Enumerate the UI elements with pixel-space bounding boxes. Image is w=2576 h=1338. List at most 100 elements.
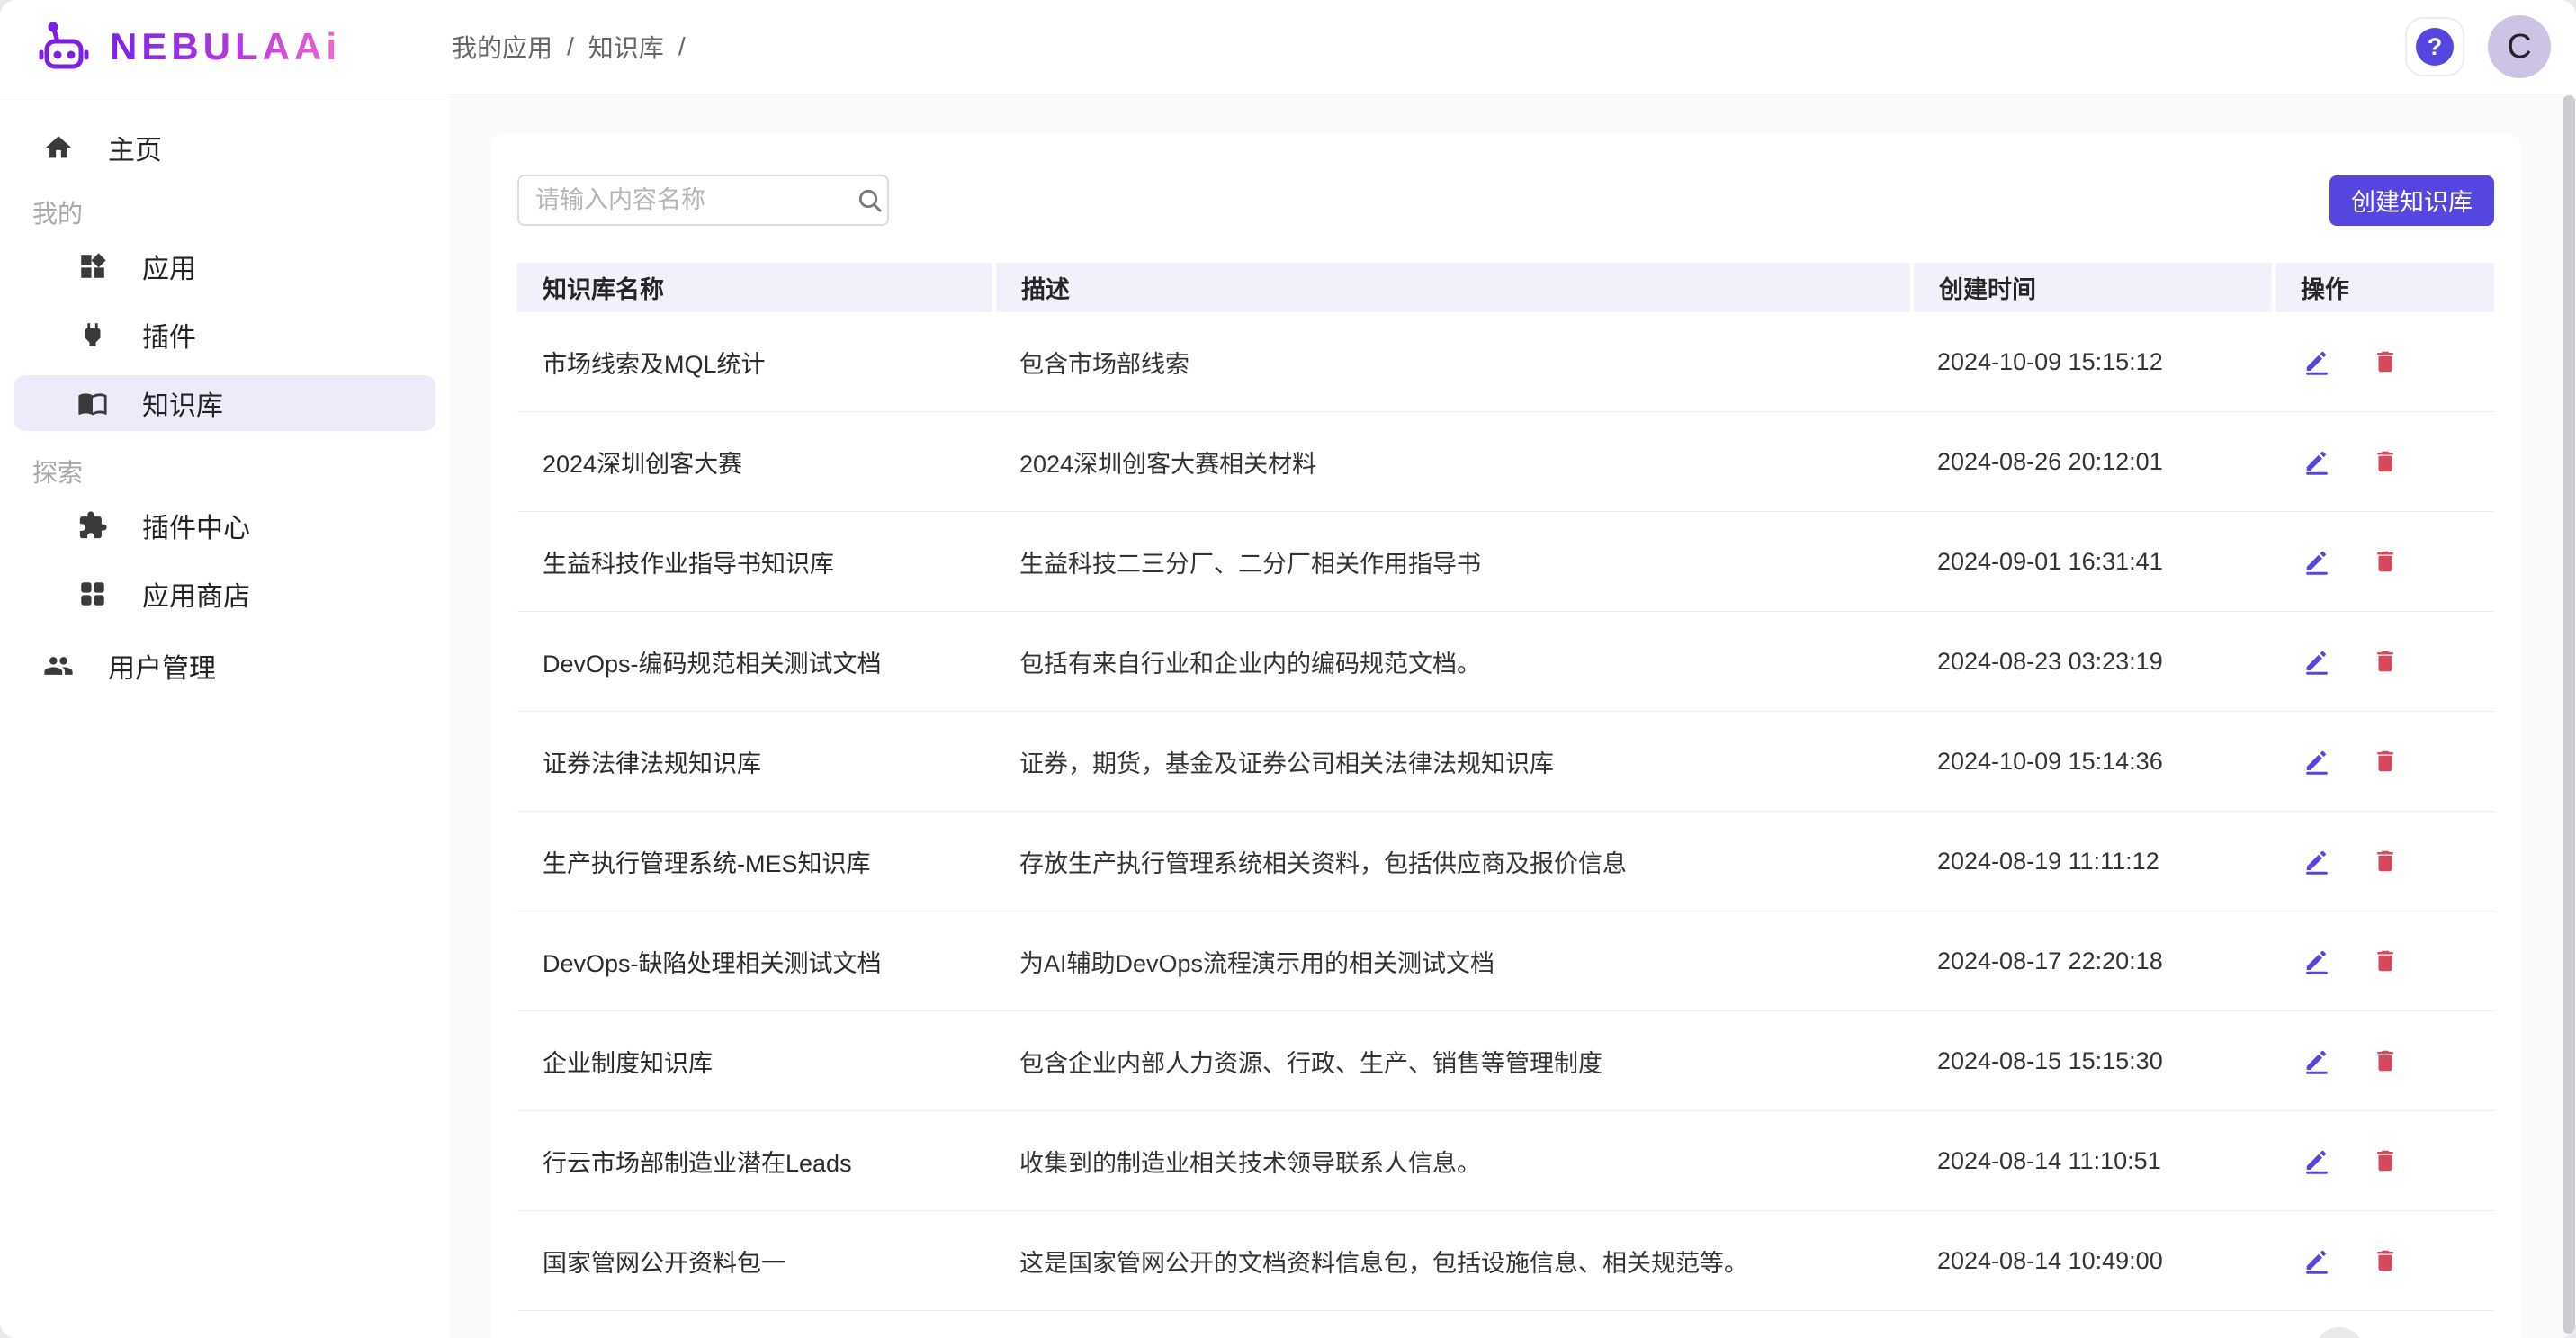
table-row: 证券法律法规知识库 证券，期货，基金及证券公司相关法律法规知识库 2024-10…	[517, 712, 2494, 812]
logo-text: NEBULAAi	[110, 25, 341, 68]
breadcrumb: 我的应用 / 知识库 /	[452, 29, 686, 65]
edit-button[interactable]	[2302, 1246, 2331, 1275]
logo[interactable]: NEBULAAi	[34, 18, 416, 76]
kb-created-time: 2024-08-26 20:12:01	[1912, 448, 2272, 476]
kb-description: 2024深圳创客大赛相关材料	[994, 445, 1912, 480]
kb-description: 证券，期货，基金及证券公司相关法律法规知识库	[994, 744, 1912, 779]
kb-description: 存放生产执行管理系统相关资料，包括供应商及报价信息	[994, 844, 1912, 879]
breadcrumb-knowledge-base[interactable]: 知识库	[588, 29, 664, 65]
table-row: DevOps-缺陷处理相关测试文档 为AI辅助DevOps流程演示用的相关测试文…	[517, 911, 2494, 1011]
trash-icon	[2372, 1147, 2399, 1174]
delete-button[interactable]	[2371, 347, 2400, 376]
delete-button[interactable]	[2371, 1146, 2400, 1175]
sidebar: 主页 我的 应用 插件 知识库 探索 插件中心 应用商店 用户管理	[0, 94, 450, 1338]
edit-button[interactable]	[2302, 747, 2331, 776]
sidebar-item-label: 主页	[108, 128, 162, 167]
edit-button[interactable]	[2302, 547, 2331, 576]
edit-button[interactable]	[2302, 447, 2331, 476]
kb-description: 包含市场部线索	[994, 345, 1912, 380]
kb-name[interactable]: 生产执行管理系统-MES知识库	[517, 844, 994, 879]
edit-button[interactable]	[2302, 347, 2331, 376]
avatar[interactable]: C	[2488, 15, 2551, 78]
sidebar-group-my: 我的	[0, 199, 450, 229]
header-actions: ? C	[2405, 15, 2551, 78]
table-header: 知识库名称 描述 创建时间 操作	[517, 263, 2494, 312]
delete-button[interactable]	[2371, 447, 2400, 476]
edit-button[interactable]	[2302, 1046, 2331, 1075]
sidebar-item-label: 用户管理	[108, 646, 216, 686]
edit-pencil-icon	[2303, 1047, 2330, 1074]
edit-button[interactable]	[2302, 647, 2331, 676]
kb-created-time: 2024-08-15 15:15:30	[1912, 1047, 2272, 1075]
widgets-icon	[77, 251, 108, 282]
breadcrumb-my-apps[interactable]: 我的应用	[452, 29, 552, 65]
kb-name[interactable]: 市场线索及MQL统计	[517, 345, 994, 380]
sidebar-item-plugin-center[interactable]: 插件中心	[14, 498, 435, 553]
trash-icon	[2372, 1047, 2399, 1074]
edit-button[interactable]	[2302, 847, 2331, 876]
kb-created-time: 2024-08-23 03:23:19	[1912, 648, 2272, 676]
kb-name[interactable]: 行云市场部制造业潜在Leads	[517, 1144, 994, 1179]
kb-description: 生益科技二三分厂、二分厂相关作用指导书	[994, 544, 1912, 579]
home-icon	[43, 132, 74, 163]
delete-button[interactable]	[2371, 1046, 2400, 1075]
table-row: 行云市场部制造业潜在Leads 收集到的制造业相关技术领导联系人信息。 2024…	[517, 1111, 2494, 1211]
delete-button[interactable]	[2371, 647, 2400, 676]
plug-icon	[77, 319, 108, 350]
row-actions	[2272, 347, 2494, 376]
kb-description: 包括有来自行业和企业内的编码规范文档。	[994, 644, 1912, 679]
delete-button[interactable]	[2371, 747, 2400, 776]
table-row: 生益科技作业指导书知识库 生益科技二三分厂、二分厂相关作用指导书 2024-09…	[517, 512, 2494, 612]
kb-name[interactable]: 国家管网公开资料包一	[517, 1244, 994, 1279]
sidebar-item-label: 插件中心	[142, 506, 250, 545]
kb-description: 包含企业内部人力资源、行政、生产、销售等管理制度	[994, 1044, 1912, 1079]
sidebar-item-label: 插件	[142, 315, 196, 355]
trash-icon	[2372, 1247, 2399, 1274]
delete-button[interactable]	[2371, 847, 2400, 876]
edit-pencil-icon	[2303, 348, 2330, 375]
help-button[interactable]: ?	[2405, 17, 2464, 76]
knowledge-base-table: 知识库名称 描述 创建时间 操作 市场线索及MQL统计 包含市场部线索 2024…	[517, 263, 2494, 1311]
scrollbar-thumb[interactable]	[2563, 95, 2575, 1334]
row-actions	[2272, 547, 2494, 576]
puzzle-icon	[77, 510, 108, 541]
app-window: NEBULAAi 我的应用 / 知识库 / ? C 主页 我的 应用 插件	[0, 0, 2576, 1338]
breadcrumb-separator: /	[678, 32, 686, 61]
edit-button[interactable]	[2302, 947, 2331, 975]
apps-icon	[77, 579, 108, 609]
sidebar-item-label: 应用	[142, 247, 196, 286]
delete-button[interactable]	[2371, 547, 2400, 576]
kb-name[interactable]: 生益科技作业指导书知识库	[517, 544, 994, 579]
kb-name[interactable]: 企业制度知识库	[517, 1044, 994, 1079]
table-row: 市场线索及MQL统计 包含市场部线索 2024-10-09 15:15:12	[517, 312, 2494, 412]
trash-icon	[2372, 748, 2399, 775]
create-knowledge-base-button[interactable]: 创建知识库	[2329, 175, 2494, 226]
sidebar-item-knowledge-base[interactable]: 知识库	[14, 375, 435, 431]
edit-pencil-icon	[2303, 848, 2330, 875]
breadcrumb-separator: /	[567, 32, 574, 61]
sidebar-item-home[interactable]: 主页	[14, 120, 435, 175]
kb-created-time: 2024-08-14 11:10:51	[1912, 1147, 2272, 1175]
kb-name[interactable]: 证券法律法规知识库	[517, 744, 994, 779]
sidebar-item-label: 知识库	[142, 383, 223, 423]
sidebar-item-plugins[interactable]: 插件	[14, 307, 435, 363]
edit-pencil-icon	[2303, 1147, 2330, 1174]
sidebar-item-app-store[interactable]: 应用商店	[14, 566, 435, 622]
search-icon[interactable]	[856, 186, 884, 215]
column-header-actions: 操作	[2275, 263, 2494, 312]
delete-button[interactable]	[2371, 1246, 2400, 1275]
delete-button[interactable]	[2371, 947, 2400, 975]
search-input[interactable]	[534, 185, 856, 215]
kb-name[interactable]: DevOps-编码规范相关测试文档	[517, 644, 994, 679]
kb-created-time: 2024-08-14 10:49:00	[1912, 1247, 2272, 1275]
kb-name[interactable]: DevOps-缺陷处理相关测试文档	[517, 944, 994, 979]
kb-name[interactable]: 2024深圳创客大赛	[517, 445, 994, 480]
sidebar-item-apps[interactable]: 应用	[14, 238, 435, 294]
sidebar-item-user-management[interactable]: 用户管理	[14, 638, 435, 694]
kb-created-time: 2024-10-09 15:14:36	[1912, 748, 2272, 776]
edit-button[interactable]	[2302, 1146, 2331, 1175]
kb-description: 这是国家管网公开的文档资料信息包，包括设施信息、相关规范等。	[994, 1244, 1912, 1279]
row-actions	[2272, 447, 2494, 476]
sidebar-item-label: 应用商店	[142, 574, 250, 614]
edit-pencil-icon	[2303, 548, 2330, 575]
